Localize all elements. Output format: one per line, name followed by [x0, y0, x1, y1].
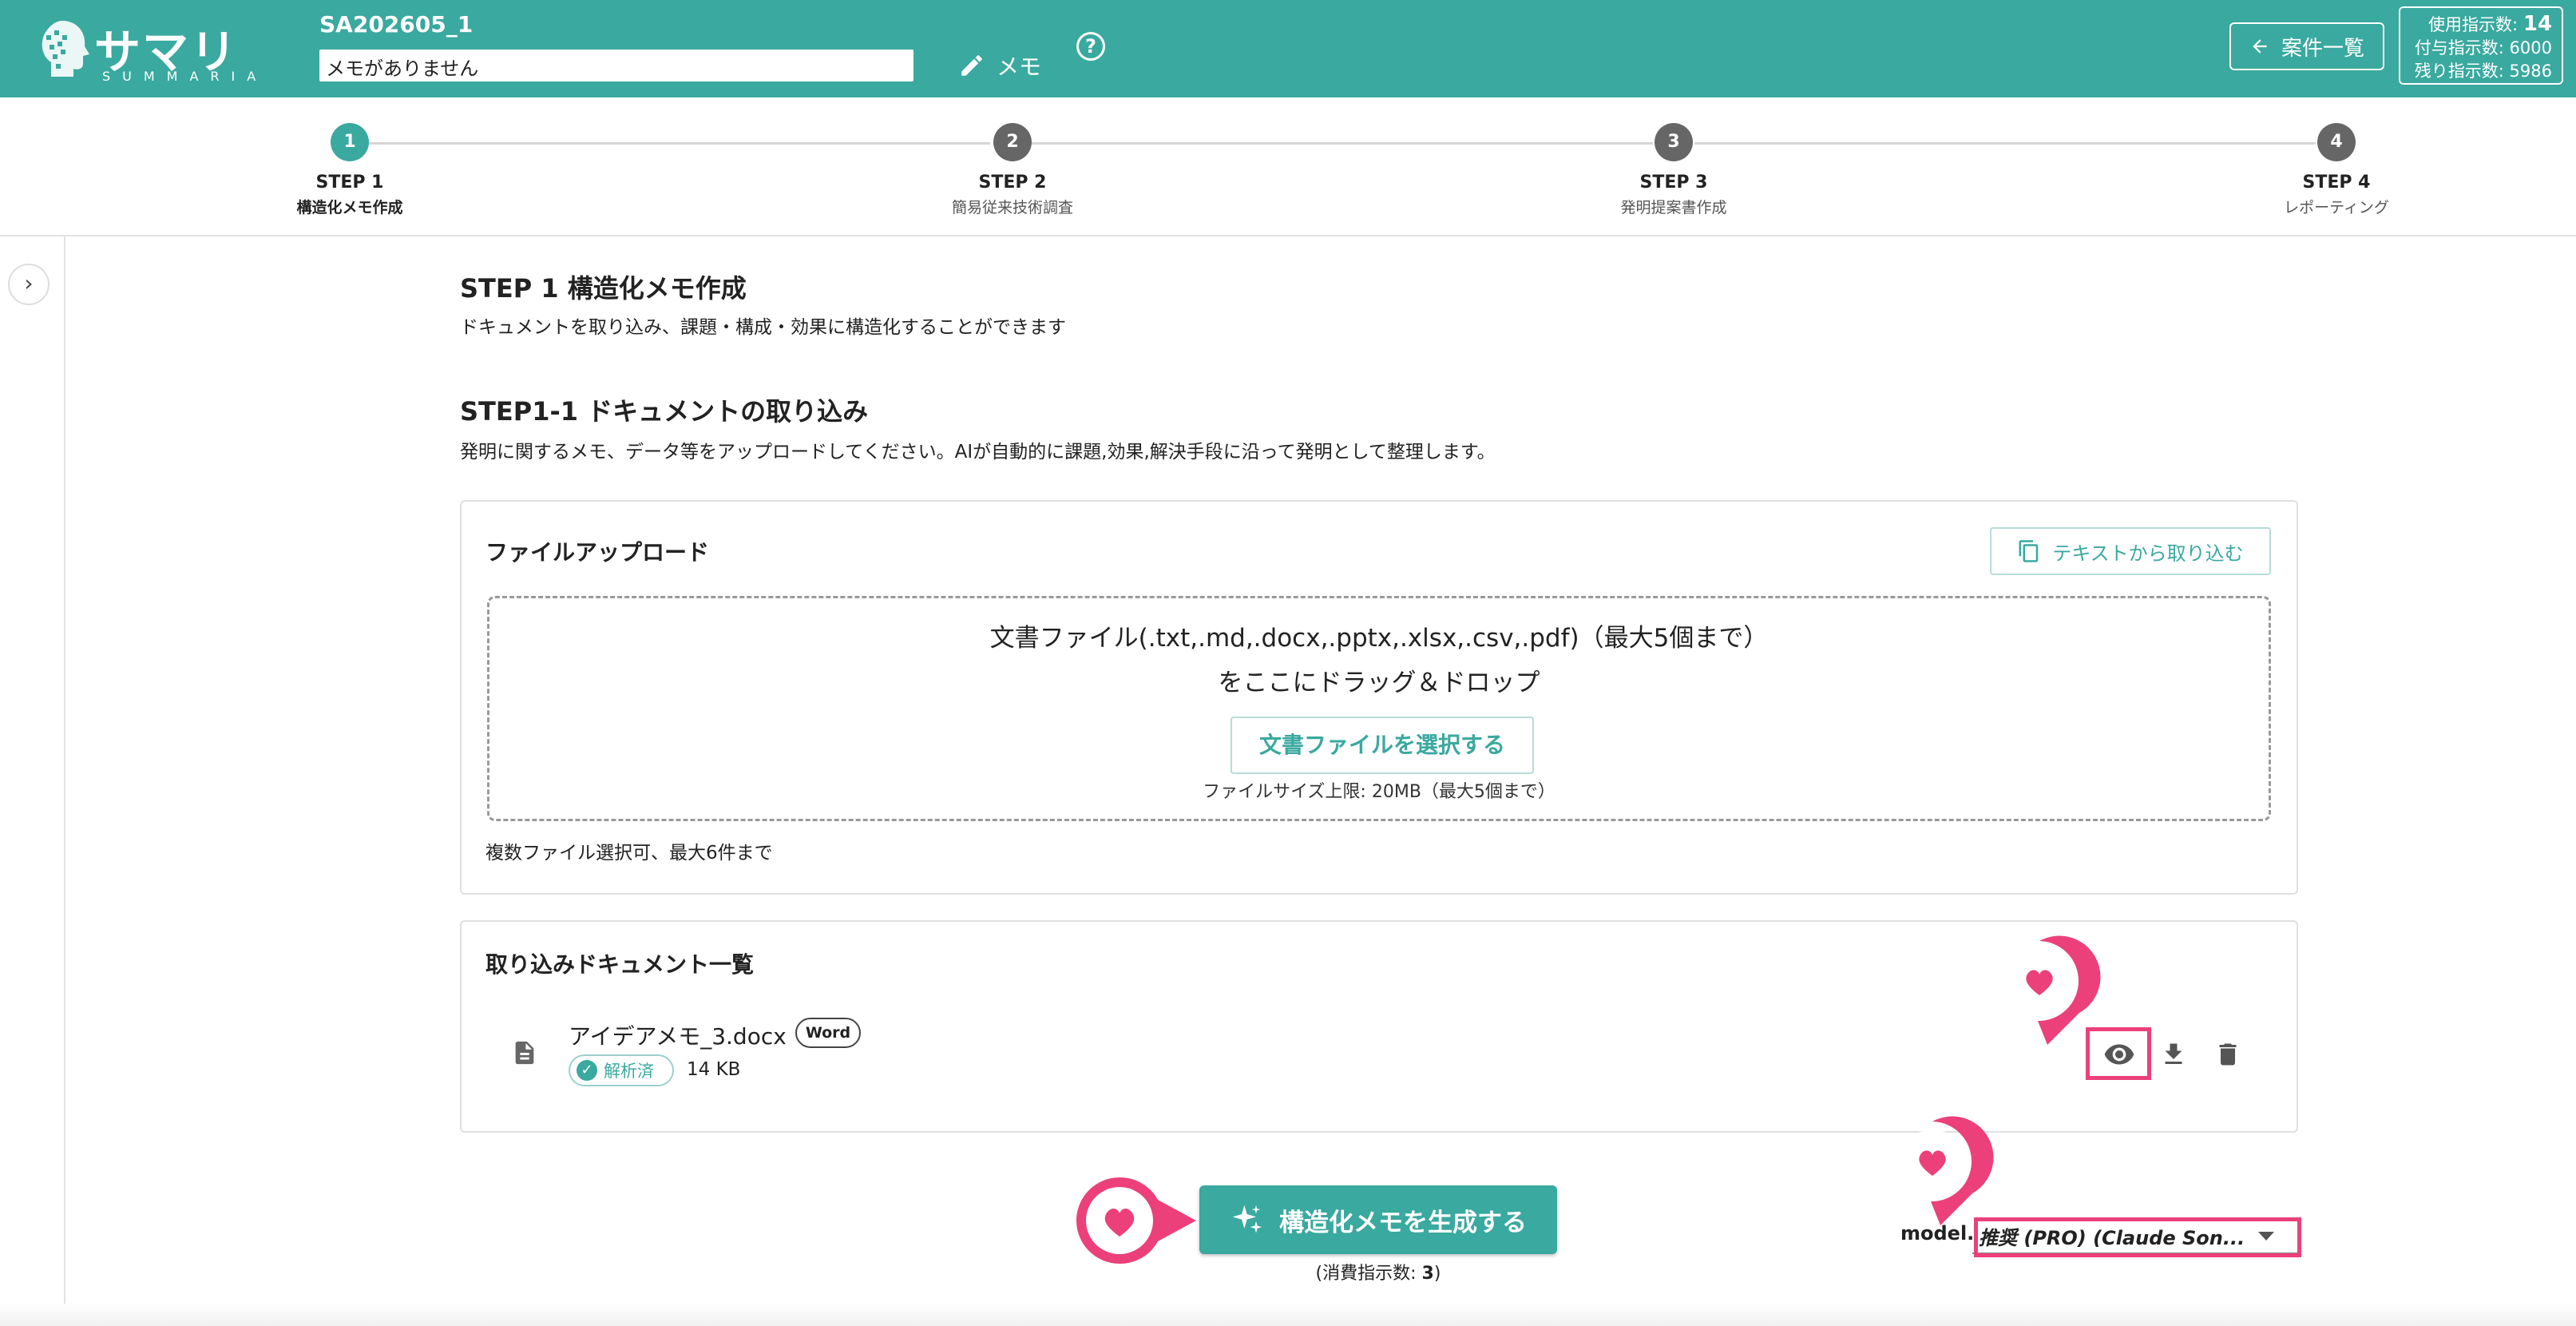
- step-2[interactable]: 2 STEP 2 簡易従来技術調査: [853, 123, 1172, 217]
- step-title: STEP 3: [1639, 173, 1708, 193]
- memo-button-label: メモ: [997, 54, 1042, 80]
- section-description: 発明に関するメモ、データ等をアップロードしてください。AIが自動的に課題,効果,…: [460, 442, 1496, 463]
- step-title: STEP 4: [2302, 173, 2371, 193]
- text-import-button[interactable]: テキストから取り込む: [1990, 527, 2271, 575]
- step-subtitle: 構造化メモ作成: [296, 199, 403, 216]
- text-import-label: テキストから取り込む: [2052, 542, 2244, 565]
- credits-panel: 使用指示数: 14 付与指示数: 6000 残り指示数: 5986: [2399, 6, 2563, 85]
- memo-button[interactable]: メモ: [958, 48, 1041, 83]
- section-title: STEP1-1 ドキュメントの取り込み: [460, 396, 869, 427]
- generate-memo-button[interactable]: 構造化メモを生成する: [1199, 1185, 1557, 1254]
- trash-icon[interactable]: [2205, 1032, 2250, 1077]
- step-4[interactable]: 4 STEP 4 レポーティング: [2177, 123, 2496, 217]
- step-number: 1: [331, 123, 369, 161]
- check-circle-icon: ✓: [577, 1060, 597, 1081]
- credits-used: 使用指示数: 14: [2428, 12, 2552, 36]
- step-title: STEP 2: [978, 173, 1047, 193]
- document-icon: [515, 1041, 534, 1065]
- step-subtitle: 簡易従来技術調査: [951, 199, 1073, 216]
- credits-remaining: 残り指示数: 5986: [2414, 62, 2552, 81]
- document-name: アイデアメモ_3.docx: [569, 1023, 787, 1050]
- help-icon[interactable]: ?: [1076, 32, 1105, 61]
- step-number: 2: [993, 123, 1032, 161]
- page-title: STEP 1 構造化メモ作成: [460, 273, 747, 304]
- heart-pin-icon: [2007, 935, 2101, 1045]
- chevron-right-icon[interactable]: ›: [8, 264, 50, 305]
- document-size: 14 KB: [687, 1059, 741, 1080]
- step-3[interactable]: 3 STEP 3 発明提案書作成: [1514, 123, 1833, 217]
- step-1[interactable]: 1 STEP 1 構造化メモ作成: [190, 123, 509, 217]
- status-badge: ✓ 解析済: [569, 1054, 674, 1086]
- document-type-badge: Word: [795, 1018, 861, 1048]
- arrow-left-icon: [2253, 39, 2267, 54]
- heart-pin-icon: [1900, 1116, 1994, 1225]
- dropzone-formats: 文書ファイル(.txt,.md,.docx,.pptx,.xlsx,.csv,.…: [989, 624, 1769, 653]
- sidebar: [0, 236, 65, 1326]
- sparkle-icon: [1232, 1205, 1262, 1233]
- generate-memo-label: 構造化メモを生成する: [1279, 1208, 1527, 1237]
- credits-used-value: 14: [2522, 12, 2552, 36]
- case-list-button[interactable]: 案件一覧: [2229, 22, 2384, 70]
- logo-text-en: SUMMARIA: [102, 69, 268, 84]
- memo-field[interactable]: メモがありません: [319, 50, 913, 81]
- summaria-logo[interactable]: サマリア SUMMARIA: [30, 13, 262, 146]
- dropzone-instruction: をここにドラッグ＆ドロップ: [1218, 669, 1540, 697]
- status-label: 解析済: [604, 1062, 654, 1081]
- model-highlight: [1974, 1217, 2301, 1257]
- dropzone-size-limit: ファイルサイズ上限: 20MB（最大5個まで）: [1203, 782, 1556, 802]
- step-number: 4: [2317, 123, 2356, 161]
- pencil-icon: [961, 55, 982, 76]
- step-title: STEP 1: [315, 173, 384, 193]
- case-list-label: 案件一覧: [2281, 36, 2364, 61]
- page-description: ドキュメントを取り込み、課題・構成・効果に構造化することができます: [460, 317, 1066, 338]
- step-number: 3: [1655, 123, 1693, 161]
- model-label: model.: [1900, 1222, 1975, 1245]
- credits-granted: 付与指示数: 6000: [2414, 38, 2552, 58]
- logo-head-icon: [42, 21, 89, 77]
- bottom-shade: [0, 1304, 2576, 1326]
- upload-card-title: ファイルアップロード: [485, 539, 710, 566]
- step-subtitle: 発明提案書作成: [1620, 199, 1727, 216]
- case-id: SA202605_1: [319, 11, 474, 38]
- step-subtitle: レポーティング: [2284, 199, 2389, 216]
- cost-value: 3: [1421, 1264, 1434, 1284]
- app-header: サマリア SUMMARIA SA202605_1 メモがありません メモ ? 案…: [0, 0, 2576, 146]
- select-file-button[interactable]: 文書ファイルを選択する: [1231, 717, 1534, 774]
- multi-file-note: 複数ファイル選択可、最大6件まで: [485, 843, 773, 863]
- copy-icon: [2019, 540, 2039, 562]
- document-list-title: 取り込みドキュメント一覧: [485, 951, 755, 978]
- heart-pin-icon: [1076, 1177, 1196, 1264]
- file-dropzone[interactable]: 文書ファイル(.txt,.md,.docx,.pptx,.xlsx,.csv,.…: [487, 596, 2271, 821]
- cost-note: (消費指示数: 3): [1315, 1264, 1441, 1284]
- download-icon[interactable]: [2151, 1032, 2196, 1077]
